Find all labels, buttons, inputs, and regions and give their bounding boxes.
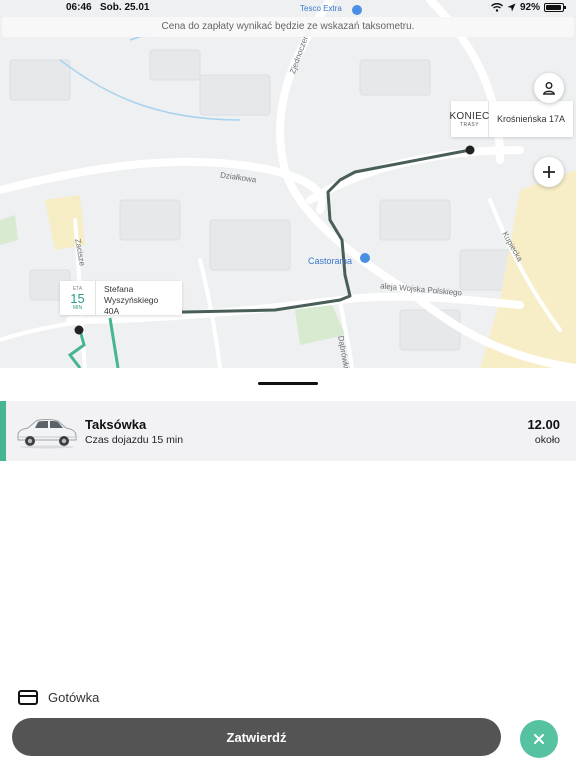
eta-value: 15	[70, 290, 85, 306]
ride-price-note: około	[534, 434, 560, 446]
confirm-button[interactable]: Zatwierdź	[12, 718, 501, 756]
route-end-tag-text: KONIEC	[449, 110, 490, 122]
route-end-tag-sub: TRASY	[459, 121, 480, 128]
status-time: 06:46	[66, 2, 92, 13]
close-button[interactable]	[520, 720, 558, 758]
plus-icon	[543, 166, 555, 178]
route-start-address: Stefana Wyszyńskiego 40A	[96, 281, 182, 316]
credit-card-icon	[18, 690, 38, 705]
info-banner: Cena do zapłaty wynikać będzie ze wskaza…	[2, 17, 574, 37]
start-address-line3: 40A	[104, 306, 120, 316]
status-date: Sob. 25.01	[100, 2, 150, 13]
payment-method[interactable]: Gotówka	[18, 690, 99, 705]
eta-unit: MIN	[72, 304, 83, 311]
route-start-label[interactable]: ETA 15 MIN Stefana Wyszyńskiego 40A	[60, 281, 182, 316]
map-view[interactable]: Tesco Extra Zjednoczenia Działkowa Casto…	[0, 0, 576, 368]
status-indicators: 92%	[490, 2, 566, 13]
battery-percent: 92%	[519, 2, 540, 13]
wifi-icon	[490, 3, 503, 12]
ride-name: Taksówka	[85, 417, 147, 432]
ride-option-taxi[interactable]: Taksówka Czas dojazdu 15 min 12.00 około	[0, 401, 576, 461]
app-screen: Tesco Extra Zjednoczenia Działkowa Casto…	[0, 0, 576, 768]
ride-eta: Czas dojazdu 15 min	[85, 434, 184, 446]
route-end-label[interactable]: KONIEC TRASY Krośnieńska 17A	[449, 101, 574, 137]
car-icon	[17, 419, 77, 449]
battery-icon	[544, 3, 566, 12]
start-address-line1: Stefana	[104, 284, 134, 294]
battery-fill	[546, 5, 561, 10]
route-end-address: Krośnieńska 17A	[497, 114, 566, 124]
status-bar: 06:46 Sob. 25.01 92%	[0, 0, 576, 16]
zoom-in-button[interactable]	[534, 157, 564, 187]
close-icon	[534, 734, 544, 744]
eta-badge: ETA 15 MIN	[60, 281, 96, 315]
sheet-drag-handle[interactable]	[258, 382, 318, 385]
profile-button[interactable]	[534, 73, 564, 103]
route-end-tag: KONIEC TRASY	[449, 101, 490, 137]
location-arrow-icon	[507, 3, 516, 12]
person-icon	[542, 82, 556, 95]
poi-castorama: Castorama	[308, 256, 353, 266]
ride-selected-accent	[0, 401, 6, 461]
start-address-line2: Wyszyńskiego	[104, 295, 159, 305]
ride-price: 12.00	[527, 417, 560, 432]
payment-method-label: Gotówka	[48, 690, 100, 705]
